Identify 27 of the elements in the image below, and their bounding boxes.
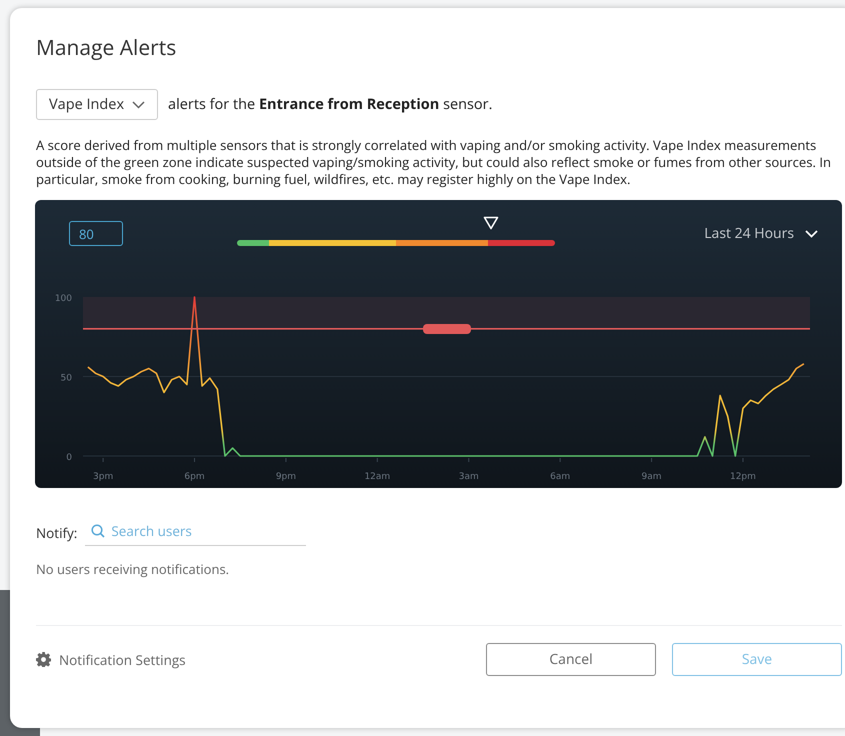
metric-description: A score derived from multiple sensors that is strongly correlated with vaping and/or smoking activity. Vape Index measurements outside of the green zone indicate suspected vaping/smoking activity, but could also reflect smoke or fumes from other sources. In particular, smoke from cooking, burning fuel, wildfires, etc. may register highly on the Vape Index. (36, 137, 832, 188)
x-axis-label: 12am (364, 472, 390, 482)
x-axis-label: 3pm (93, 472, 114, 482)
chevron-down-icon (132, 100, 146, 108)
threshold-marker-icon[interactable] (483, 216, 500, 230)
notify-label: Notify: (36, 524, 78, 542)
empty-message: No users receiving notifications. (36, 560, 230, 578)
x-axis-label: 3am (458, 472, 479, 482)
alert-sentence: alerts for the Entrance from Reception sensor. (168, 95, 492, 114)
x-axis-label: 9am (642, 472, 662, 482)
y-axis-label: 50 (60, 374, 72, 384)
x-axis-label: 6am (550, 472, 570, 482)
notification-settings-link[interactable]: Notification Settings (59, 650, 186, 668)
cancel-button[interactable]: Cancel (486, 643, 656, 676)
chevron-down-icon (805, 230, 818, 238)
y-axis-label: 0 (66, 453, 72, 463)
gear-icon[interactable] (36, 652, 51, 667)
time-range-dropdown[interactable]: Last 24 Hours (704, 224, 818, 243)
search-icon (91, 524, 106, 538)
x-axis-label: 12pm (730, 472, 756, 482)
x-axis-label: 6pm (184, 472, 205, 482)
metric-dropdown[interactable]: Vape Index (36, 89, 158, 120)
dialog-title: Manage Alerts (36, 34, 178, 62)
x-axis-label: 9pm (276, 472, 296, 482)
user-search-field[interactable]: Search users (111, 522, 292, 540)
y-axis-label: 100 (54, 294, 72, 304)
threshold-input[interactable]: 80 (69, 221, 123, 246)
